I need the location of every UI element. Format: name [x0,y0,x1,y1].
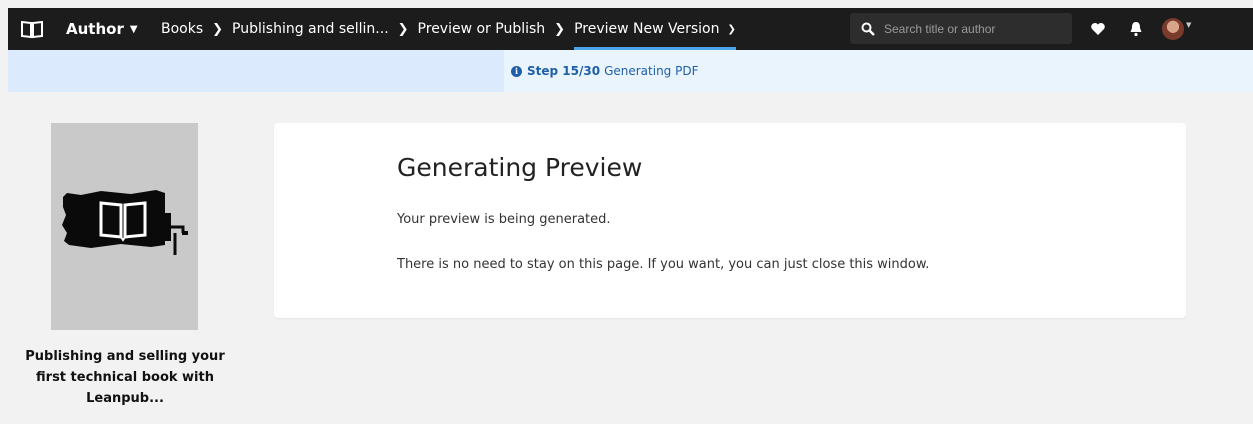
author-menu[interactable]: Author ▼ [66,8,138,50]
step-label: Step 15/30 [527,64,601,78]
chevron-right-icon: ❯ [212,21,224,37]
preview-card: Generating Preview Your preview is being… [274,123,1186,318]
search-icon [861,22,875,36]
breadcrumb-book[interactable]: Publishing and sellin... [232,21,389,37]
caret-down-icon: ▼ [129,23,138,35]
step-status: i Step 15/30 Generating PDF [511,50,699,92]
book-logo-icon[interactable] [20,19,44,39]
search-input[interactable] [884,21,1054,36]
author-menu-label: Author [66,20,124,38]
chevron-right-icon: ❯ [397,21,409,37]
search-box[interactable] [850,13,1072,44]
breadcrumb-books[interactable]: Books [161,21,203,37]
breadcrumb-preview-or-publish[interactable]: Preview or Publish [418,21,546,37]
book-title[interactable]: Publishing and selling your first techni… [20,346,230,409]
heart-icon[interactable] [1090,21,1106,37]
top-navigation-bar: Author ▼ Books ❯ Publishing and sellin..… [8,8,1253,50]
avatar[interactable] [1162,18,1184,40]
caret-down-icon: ▼ [1186,21,1192,29]
step-status-text: Generating PDF [604,64,699,78]
info-message: There is no need to stay on this page. I… [397,257,930,272]
status-message: Your preview is being generated. [397,212,611,227]
breadcrumb: Books ❯ Publishing and sellin... ❯ Previ… [161,8,736,50]
info-icon: i [511,65,522,77]
chevron-down-icon: ❯ [727,23,736,35]
breadcrumb-current-label: Preview New Version [574,21,720,37]
bell-icon[interactable] [1129,21,1143,37]
book-paint-roller-icon [62,190,188,255]
book-cover[interactable] [51,123,198,330]
chevron-right-icon: ❯ [554,21,566,37]
breadcrumb-preview-new-version[interactable]: Preview New Version ❯ [574,8,736,50]
page-title: Generating Preview [397,153,643,182]
